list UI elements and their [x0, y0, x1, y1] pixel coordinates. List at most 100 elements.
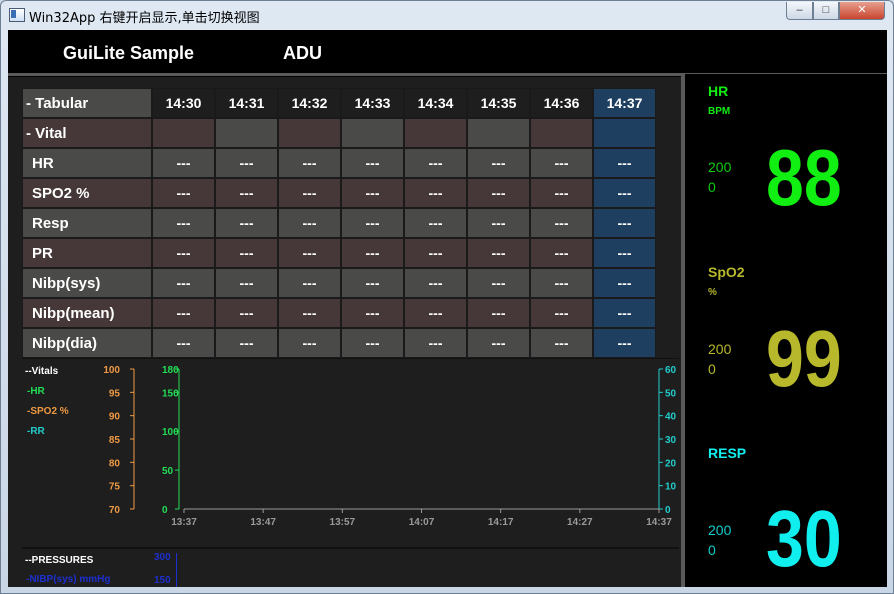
spo2-unit: % [708, 287, 717, 298]
row-label: Nibp(mean) [22, 298, 152, 328]
row-label: Nibp(sys) [22, 268, 152, 298]
vitals-trend-chart: --Vitals -HR -SPO2 % -RR 100 95 90 85 80 75 70 18… [22, 358, 679, 545]
time-column-header[interactable]: 14:30 [152, 88, 215, 118]
hr-unit: BPM [708, 106, 731, 117]
spo2-lower-limit: 0 [708, 361, 716, 377]
spo2-tick-label: 90 [109, 412, 121, 423]
table-cell: --- [152, 178, 215, 208]
spo2-value: 99 [766, 314, 842, 403]
time-tick-label: 14:27 [567, 517, 593, 528]
hr-tick-label: 150 [162, 388, 179, 399]
time-column-header[interactable]: 14:32 [278, 88, 341, 118]
tabular-header-label[interactable]: - Tabular [22, 88, 152, 118]
time-column-header[interactable]: 14:36 [530, 88, 593, 118]
rr-tick-label: 60 [665, 365, 677, 376]
table-cell: --- [278, 268, 341, 298]
close-button[interactable]: ✕ [839, 2, 885, 20]
table-cell: --- [530, 328, 593, 358]
hr-label: HR [708, 83, 729, 99]
table-cell: --- [341, 298, 404, 328]
rr-tick-label: 40 [665, 412, 677, 423]
table-cell: --- [278, 328, 341, 358]
app-window: Win32App 右键开启显示,单击切换视图 – □ ✕ GuiLite Sam… [0, 0, 894, 594]
title-bar[interactable]: Win32App 右键开启显示,单击切换视图 – □ ✕ [1, 1, 893, 29]
section-cell [467, 118, 530, 148]
section-cell [530, 118, 593, 148]
table-cell: --- [467, 208, 530, 238]
mode-label: ADU [283, 43, 322, 63]
table-cell: --- [530, 238, 593, 268]
table-cell: --- [152, 208, 215, 238]
table-cell: --- [215, 148, 278, 178]
table-cell: --- [341, 178, 404, 208]
table-cell: --- [467, 298, 530, 328]
table-cell: --- [593, 238, 656, 268]
table-cell: --- [152, 148, 215, 178]
table-cell: --- [404, 268, 467, 298]
minimize-button[interactable]: – [786, 2, 813, 20]
table-cell: --- [530, 178, 593, 208]
vital-section-label[interactable]: - Vital [22, 118, 152, 148]
table-cell: --- [404, 208, 467, 238]
spo2-label: SpO2 [708, 264, 745, 280]
time-column-header[interactable]: 14:37 [593, 88, 656, 118]
spo2-tick-label: 85 [109, 435, 121, 446]
time-tick-label: 14:07 [409, 517, 435, 528]
vitals-panel: HR BPM 200 0 88 SpO2 % 200 0 99 RESP 200… [685, 74, 887, 587]
time-column-header[interactable]: 14:35 [467, 88, 530, 118]
pressures-legend: -NIBP(sys) mmHg [26, 574, 111, 585]
spo2-tick-label: 100 [103, 365, 120, 376]
table-cell: --- [152, 268, 215, 298]
row-label: PR [22, 238, 152, 268]
section-cell [152, 118, 215, 148]
time-column-header[interactable]: 14:33 [341, 88, 404, 118]
pressures-axis [176, 553, 177, 587]
trend-plot: 1009590858075701801501005006050403020100… [103, 365, 677, 528]
row-label: Nibp(dia) [22, 328, 152, 358]
table-cell: --- [341, 268, 404, 298]
rr-tick-label: 0 [665, 505, 671, 516]
section-cell [215, 118, 278, 148]
monitor-view[interactable]: GuiLite Sample ADU - Tabular 14:30 14:31 14… [8, 30, 887, 587]
time-tick-label: 14:37 [646, 517, 672, 528]
time-column-header[interactable]: 14:34 [404, 88, 467, 118]
spo2-tick-label: 75 [109, 482, 121, 493]
table-cell: --- [278, 148, 341, 178]
window-title: Win32App 右键开启显示,单击切换视图 [29, 11, 260, 26]
rr-tick-label: 20 [665, 458, 677, 469]
resp-value: 30 [766, 494, 842, 583]
table-cell: --- [404, 298, 467, 328]
table-cell: --- [278, 238, 341, 268]
maximize-button[interactable]: □ [813, 2, 839, 20]
table-cell: --- [530, 148, 593, 178]
spo2-tick-label: 80 [109, 458, 121, 469]
app-icon [9, 8, 25, 22]
table-cell: --- [278, 178, 341, 208]
hr-value: 88 [766, 133, 842, 222]
table-cell: --- [215, 238, 278, 268]
section-cell [341, 118, 404, 148]
rr-tick-label: 30 [665, 435, 677, 446]
table-cell: --- [467, 178, 530, 208]
table-cell: --- [467, 238, 530, 268]
table-cell: --- [593, 148, 656, 178]
pressures-tick: 150 [154, 575, 171, 586]
brand-title: GuiLite Sample [63, 43, 195, 63]
hr-upper-limit: 200 [708, 159, 732, 175]
section-cell [593, 118, 656, 148]
resp-label: RESP [708, 445, 747, 461]
section-cell [278, 118, 341, 148]
table-cell: --- [152, 298, 215, 328]
pressures-chart: --PRESSURES -NIBP(sys) mmHg 300 150 [22, 547, 679, 587]
table-cell: --- [593, 208, 656, 238]
table-cell: --- [404, 148, 467, 178]
spo2-upper-limit: 200 [708, 341, 732, 357]
table-cell: --- [341, 238, 404, 268]
time-tick-label: 13:57 [330, 517, 356, 528]
row-label: SPO2 % [22, 178, 152, 208]
hr-tick-label: 0 [162, 505, 168, 516]
time-column-header[interactable]: 14:31 [215, 88, 278, 118]
table-cell: --- [152, 328, 215, 358]
table-cell: --- [341, 328, 404, 358]
hr-tick-label: 100 [162, 427, 179, 438]
